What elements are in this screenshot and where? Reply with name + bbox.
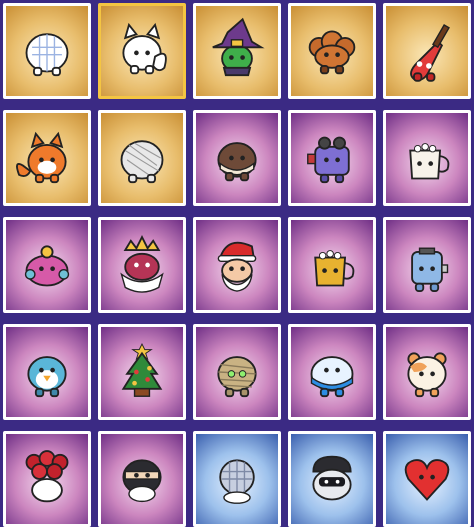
sketch-critter-icon: [120, 140, 164, 184]
mummy-critter-icon: [217, 356, 257, 398]
king-critter-tile[interactable]: [98, 217, 186, 313]
gold-cocoa-critter-tile[interactable]: [288, 217, 376, 313]
toaster-critter-tile[interactable]: [383, 217, 471, 313]
cookie-critter-icon: [217, 142, 257, 182]
cocoa-mug-critter-tile[interactable]: [383, 110, 471, 206]
teapot-critter-tile[interactable]: [3, 217, 91, 313]
disco-critter-icon: [219, 459, 255, 504]
robot-goggles-critter-icon: [307, 136, 350, 184]
guitar-critter-tile[interactable]: [383, 3, 471, 99]
sketch-critter-tile[interactable]: [98, 110, 186, 206]
fluffy-brown-critter-tile[interactable]: [288, 3, 376, 99]
penguin-critter-icon: [27, 356, 67, 398]
disco-critter-tile[interactable]: [193, 431, 281, 527]
heart-critter-icon: [404, 459, 450, 501]
heart-critter-tile[interactable]: [383, 431, 471, 527]
checkered-ghost-critter-icon: [25, 33, 69, 77]
santa-critter-tile[interactable]: [193, 217, 281, 313]
witch-critter-icon: [212, 17, 265, 77]
blue-jelly-critter-icon: [310, 356, 354, 398]
toaster-critter-icon: [411, 247, 449, 293]
rose-critter-icon: [25, 450, 69, 503]
christmas-tree-critter-icon: [121, 343, 163, 397]
guitar-critter-icon: [410, 24, 450, 82]
penguin-critter-tile[interactable]: [3, 324, 91, 420]
hamster-critter-icon: [407, 352, 447, 398]
teapot-critter-icon: [24, 245, 70, 287]
witch-critter-tile[interactable]: [193, 3, 281, 99]
white-fox-critter-icon: [122, 22, 167, 75]
santa-critter-icon: [217, 241, 257, 292]
skin-grid: [0, 0, 474, 527]
cookie-critter-tile[interactable]: [193, 110, 281, 206]
fluffy-brown-critter-icon: [308, 30, 356, 75]
orange-fox-critter-tile[interactable]: [3, 110, 91, 206]
ninja-critter-icon: [122, 459, 162, 503]
rose-critter-tile[interactable]: [3, 431, 91, 527]
orange-fox-critter-icon: [16, 131, 67, 184]
astronaut-critter-tile[interactable]: [288, 431, 376, 527]
checkered-ghost-critter-tile[interactable]: [3, 3, 91, 99]
robot-goggles-critter-tile[interactable]: [288, 110, 376, 206]
mummy-critter-tile[interactable]: [193, 324, 281, 420]
christmas-tree-critter-tile[interactable]: [98, 324, 186, 420]
blue-jelly-critter-tile[interactable]: [288, 324, 376, 420]
gold-cocoa-critter-icon: [314, 250, 355, 287]
ninja-critter-tile[interactable]: [98, 431, 186, 527]
hamster-critter-tile[interactable]: [383, 324, 471, 420]
king-critter-icon: [120, 234, 164, 293]
cocoa-mug-critter-icon: [409, 143, 450, 180]
astronaut-critter-icon: [312, 455, 352, 501]
white-fox-critter-tile[interactable]: [98, 3, 186, 99]
